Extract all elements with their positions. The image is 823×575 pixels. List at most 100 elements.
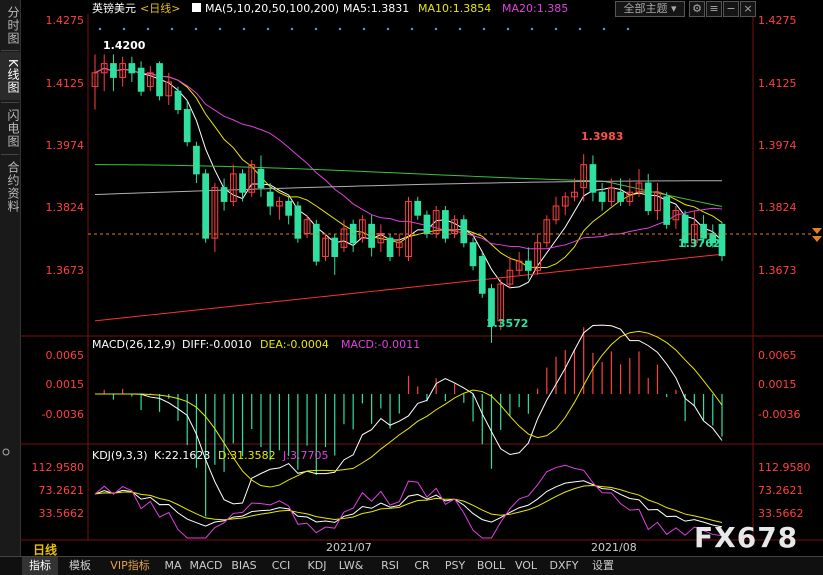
- grid-marker-dot: [122, 27, 126, 31]
- grid-marker-dot: [386, 27, 390, 31]
- gear-icon: ⚙: [692, 2, 702, 15]
- btn-templates[interactable]: 模板: [62, 557, 98, 575]
- btn-ma[interactable]: MA: [160, 557, 186, 575]
- candle-down: [156, 63, 163, 97]
- macd-dea-line: [95, 330, 723, 488]
- btn-dxfy[interactable]: DXFY: [546, 557, 582, 575]
- kdj-d: D:31.3582: [218, 449, 276, 462]
- right-tick-2: 1.4125: [758, 77, 797, 90]
- indicator-toolbar: 指标 模板 VIP指标 MA MACD BIAS CCI KDJ LW& RSI…: [0, 556, 823, 575]
- annotation-high-1: 1.4200: [103, 39, 146, 52]
- kdj-d-line: [94, 485, 723, 524]
- settings-gear-button[interactable]: ⚙: [689, 1, 705, 17]
- candle-down: [423, 214, 431, 235]
- grid-marker-dot: [410, 27, 414, 31]
- macd-label: MACD(26,12,9): [92, 338, 176, 351]
- candle-down: [331, 237, 339, 258]
- btn-settings[interactable]: 设置: [586, 557, 620, 575]
- right-kdj-tick-1: 112.9580: [758, 461, 811, 474]
- candle-down: [368, 223, 375, 248]
- left-tick-5: 1.3673: [46, 264, 85, 277]
- grid-marker-dot: [170, 27, 174, 31]
- btn-lw[interactable]: LW&: [336, 557, 366, 575]
- candle-down: [469, 242, 477, 267]
- ma10-value: MA10:1.3854: [418, 2, 491, 15]
- candle-down: [110, 63, 117, 78]
- candle-down: [220, 187, 228, 202]
- candle-down: [478, 256, 486, 294]
- btn-cr[interactable]: CR: [410, 557, 434, 575]
- last-price-marker-icon-2: [812, 236, 822, 242]
- minus-icon: −: [726, 2, 736, 15]
- ma5-value: MA5:1.3831: [343, 2, 409, 15]
- close-button[interactable]: ×: [740, 1, 756, 17]
- grid-marker-dot: [290, 27, 294, 31]
- candle-down: [257, 168, 265, 189]
- grid-marker-dot: [338, 27, 342, 31]
- candle-down: [663, 196, 671, 225]
- grid-marker-dot: [314, 27, 318, 31]
- candle-down: [174, 90, 182, 111]
- kdj-k: K:22.1623: [154, 449, 210, 462]
- right-tick-4: 1.3824: [758, 201, 797, 214]
- chart-window: 分时图 K线图 闪电图 合约资料 英镑美元 <日线> MA(5,10,20,50…: [0, 0, 823, 575]
- candle-down: [266, 191, 274, 207]
- settings-dot-icon[interactable]: [2, 448, 10, 456]
- btn-cci[interactable]: CCI: [266, 557, 296, 575]
- grid-marker-dot: [434, 27, 438, 31]
- candle-down: [128, 63, 136, 74]
- right-tick-1: 1.4275: [758, 14, 797, 27]
- grid-marker-dot: [602, 27, 606, 31]
- list-button[interactable]: ≡: [706, 1, 722, 17]
- grid-marker-dot: [554, 27, 558, 31]
- btn-vol[interactable]: VOL: [512, 557, 540, 575]
- left-macd-tick-1: 0.0065: [46, 349, 85, 362]
- right-macd-tick-3: -0.0036: [758, 408, 800, 421]
- left-kdj-tick-2: 73.2621: [39, 484, 85, 497]
- candle-down: [239, 173, 246, 193]
- candle-down: [598, 191, 606, 202]
- kdj-j-line: [94, 464, 723, 539]
- right-macd-tick-1: 0.0065: [758, 349, 797, 362]
- right-tick-3: 1.3974: [758, 139, 797, 152]
- candle-down: [202, 173, 210, 239]
- btn-psy[interactable]: PSY: [440, 557, 470, 575]
- btn-indicators[interactable]: 指标: [22, 557, 58, 575]
- theme-select-button[interactable]: 全部主题 ▾: [615, 1, 685, 17]
- grid-marker-dot: [194, 27, 198, 31]
- period-label: <日线>: [140, 1, 180, 15]
- minus-button[interactable]: −: [723, 1, 739, 17]
- grid-marker-dot: [218, 27, 222, 31]
- candle-down: [312, 223, 320, 262]
- btn-boll[interactable]: BOLL: [474, 557, 508, 575]
- candle-down: [460, 219, 468, 244]
- left-tick-1: 1.4275: [46, 14, 85, 27]
- left-macd-tick-2: 0.0015: [46, 378, 85, 391]
- last-price-marker-icon: [812, 228, 822, 234]
- btn-vip-indicators[interactable]: VIP指标: [102, 557, 158, 575]
- macd-dea: DEA:-0.0004: [260, 338, 329, 351]
- macd-value: MACD:-0.0011: [341, 338, 420, 351]
- candle-down: [294, 205, 302, 239]
- chevron-down-icon: ▾: [670, 2, 677, 15]
- left-tick-2: 1.4125: [46, 77, 85, 90]
- btn-kdj[interactable]: KDJ: [302, 557, 332, 575]
- candle-down: [617, 191, 624, 202]
- btn-rsi[interactable]: RSI: [376, 557, 404, 575]
- btn-bias[interactable]: BIAS: [228, 557, 260, 575]
- chart-canvas[interactable]: 英镑美元 <日线> MA(5,10,20,50,100,200) MA5:1.3…: [0, 0, 823, 556]
- candle-down: [644, 182, 652, 212]
- btn-macd[interactable]: MACD: [188, 557, 224, 575]
- left-kdj-tick-1: 112.9580: [32, 461, 85, 474]
- kdj-j: J:3.7705: [282, 449, 328, 462]
- right-macd-tick-2: 0.0015: [758, 378, 797, 391]
- list-icon: ≡: [709, 2, 719, 15]
- kdj-label: KDJ(9,3,3): [92, 449, 148, 462]
- grid-marker-dot: [530, 27, 534, 31]
- grid-marker-dot: [98, 27, 102, 31]
- candle-down: [589, 164, 597, 193]
- right-kdj-tick-2: 73.2621: [758, 484, 804, 497]
- grid-marker-dot: [578, 27, 582, 31]
- symbol-label: 英镑美元: [92, 1, 136, 15]
- candle-down: [285, 200, 292, 216]
